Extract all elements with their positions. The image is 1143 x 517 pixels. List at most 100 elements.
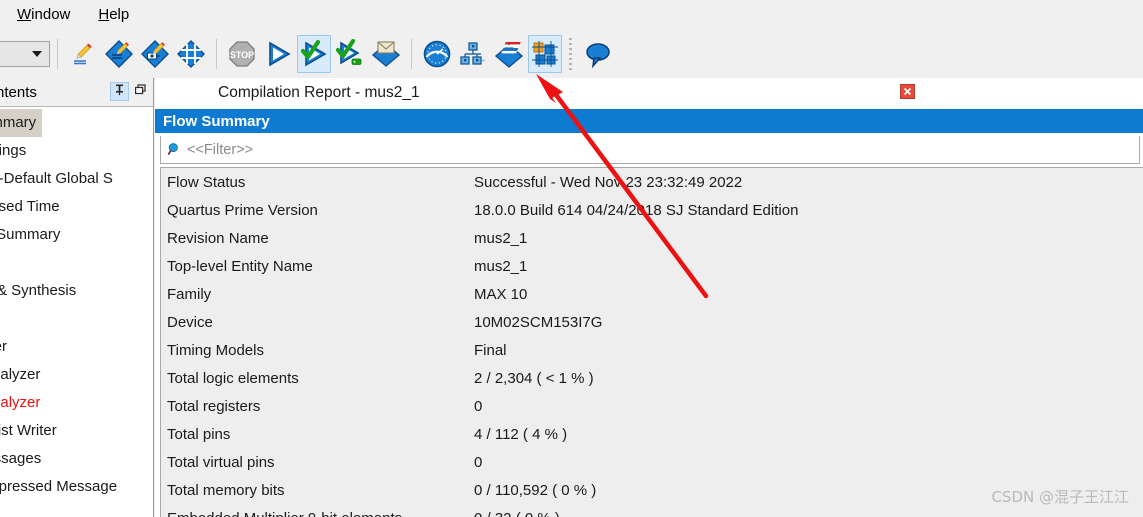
menu-help[interactable]: Help [87, 3, 140, 26]
row-key: Device [167, 313, 213, 331]
analysis-elaboration-icon-button[interactable] [102, 35, 136, 73]
toc-item-os-summary[interactable]: S Summary [0, 221, 153, 249]
restore-window-icon [134, 83, 147, 101]
menu-window-mnemonic: W [17, 6, 32, 23]
panel-header-buttons [110, 82, 150, 101]
toc-item-non-default-global-settings[interactable]: on-Default Global S [0, 165, 153, 193]
table-of-contents-title: ntents [0, 83, 37, 101]
row-key: Revision Name [167, 229, 269, 247]
toc-item-summary[interactable]: ummary [0, 109, 43, 137]
pin-icon-button[interactable] [110, 82, 129, 101]
chip-planner-icon-button[interactable] [528, 34, 562, 73]
toolbar-separator [216, 38, 217, 69]
toc-item-timing-analyzer[interactable]: Analyzer [0, 361, 153, 389]
toc-item-power-analyzer[interactable]: Analyzer [0, 389, 153, 417]
toc-item-log[interactable]: og [0, 249, 153, 277]
table-row[interactable]: Family MAX 10 [161, 280, 1143, 308]
filter-input[interactable]: <<Filter>> [187, 142, 253, 158]
svg-text:STOP: STOP [230, 50, 254, 60]
quartus-prime-window: Window Help STOP ntents mary ings -Defau… [0, 0, 1143, 517]
assignment-editor-icon-button[interactable] [174, 35, 208, 73]
table-of-contents-header: ntents [0, 78, 153, 107]
menu-bar: Window Help [0, 0, 1143, 29]
search-icon [167, 142, 182, 157]
message-balloon-icon-button[interactable] [581, 35, 615, 73]
row-value: 10M02SCM153I7G [474, 313, 603, 331]
row-key: Family [167, 285, 212, 303]
table-row[interactable]: Total pins 4 / 112 ( 4 % ) [161, 420, 1143, 448]
table-row[interactable]: Total virtual pins 0 [161, 448, 1143, 476]
row-key: Quartus Prime Version [167, 201, 318, 219]
menu-window-label: indow [31, 6, 71, 23]
toc-item-eda-netlist-writer[interactable]: etlist Writer [0, 417, 153, 445]
netlist-viewer-icon-button[interactable] [456, 35, 490, 73]
stop-icon-button[interactable]: STOP [225, 35, 259, 73]
row-key: Total logic elements [167, 369, 299, 387]
revision-combo-box[interactable] [0, 40, 50, 67]
row-key: Total virtual pins [167, 453, 275, 471]
start-fitter-icon-button[interactable] [333, 35, 367, 73]
toolbar-drag-grip[interactable] [567, 37, 574, 70]
netlist-viewer-icon [458, 39, 488, 69]
timing-analyzer-icon-button[interactable] [420, 35, 454, 73]
table-row[interactable]: Top-level Entity Name mus2_1 [161, 252, 1143, 280]
toc-item-analysis-synthesis[interactable]: is & Synthesis [0, 277, 153, 305]
row-value: 2 / 2,304 ( < 1 % ) [474, 369, 594, 387]
message-balloon-icon [583, 39, 613, 69]
start-assembler-icon-button[interactable] [369, 35, 403, 73]
toc-item-fitter[interactable] [0, 305, 153, 333]
row-key: Top-level Entity Name [167, 257, 313, 275]
analysis-elaboration-icon [104, 39, 134, 69]
filter-bar[interactable]: <<Filter>> [160, 136, 1140, 164]
close-icon-button[interactable] [900, 84, 915, 99]
chip-planner-icon [530, 39, 560, 69]
start-compilation-icon-button[interactable] [261, 35, 295, 73]
row-key: Embedded Multiplier 9-bit elements [161, 510, 474, 517]
table-of-contents-tree: ummary ettings on-Default Global S apsed… [0, 107, 153, 501]
row-value: 0 / 32 ( 0 % ) [474, 510, 560, 517]
report-title-bar: Compilation Report - mus2_1 [155, 78, 1143, 109]
table-row[interactable]: Revision Name mus2_1 [161, 224, 1143, 252]
row-value: 18.0.0 Build 614 04/24/2018 SJ Standard … [474, 201, 799, 219]
toolbar-separator [57, 38, 58, 69]
table-row[interactable]: Device 10M02SCM153I7G [161, 308, 1143, 336]
row-value: mus2_1 [474, 257, 528, 275]
table-row[interactable]: Quartus Prime Version 18.0.0 Build 614 0… [161, 196, 1143, 224]
row-value: mus2_1 [474, 229, 528, 247]
menu-help-mnemonic: H [98, 6, 110, 23]
row-value: 0 [474, 397, 483, 415]
flow-summary-banner-label: Flow Summary [163, 112, 270, 130]
compilation-report-icon-button[interactable] [492, 35, 526, 73]
row-key: Flow Status [167, 173, 246, 191]
pencil-edit-icon-button[interactable] [66, 35, 100, 73]
close-icon [902, 86, 913, 97]
pin-planner-icon-button[interactable] [138, 35, 172, 73]
table-row[interactable]: Timing Models Final [161, 336, 1143, 364]
report-window-title: Compilation Report - mus2_1 [218, 84, 420, 101]
row-value: Final [474, 341, 507, 359]
row-value: Successful - Wed Nov 23 23:32:49 2022 [474, 173, 743, 191]
menu-window[interactable]: Window [6, 3, 81, 26]
start-analysis-synthesis-icon-button[interactable] [297, 34, 331, 73]
toc-item-settings[interactable]: ettings [0, 137, 153, 165]
row-value: 4 / 112 ( 4 % ) [474, 425, 568, 443]
start-fitter-icon [335, 38, 365, 69]
toc-item-assembler[interactable]: bler [0, 333, 153, 361]
pencil-edit-icon [70, 41, 96, 67]
table-row[interactable]: Total registers 0 [161, 392, 1143, 420]
restore-window-icon-button[interactable] [131, 82, 150, 101]
table-row[interactable]: Flow Status Successful - Wed Nov 23 23:3… [161, 168, 1143, 196]
toc-item-flow-messages[interactable]: lessages [0, 445, 153, 473]
toc-item-flow-suppressed-messages[interactable]: uppressed Message [0, 473, 153, 501]
compilation-report-window: Compilation Report - mus2_1 Flow Summary [155, 78, 1143, 517]
row-key: Total pins [167, 425, 231, 443]
timing-analyzer-icon [422, 39, 452, 69]
row-key: Total registers [167, 397, 261, 415]
table-row[interactable]: Total logic elements 2 / 2,304 ( < 1 % ) [161, 364, 1143, 392]
start-compilation-icon [263, 39, 293, 69]
toc-item-elapsed-time[interactable]: apsed Time [0, 193, 153, 221]
menu-help-label: elp [109, 6, 130, 23]
compilation-report-icon [494, 39, 524, 69]
row-value: MAX 10 [474, 285, 528, 303]
stop-icon: STOP [227, 39, 257, 69]
